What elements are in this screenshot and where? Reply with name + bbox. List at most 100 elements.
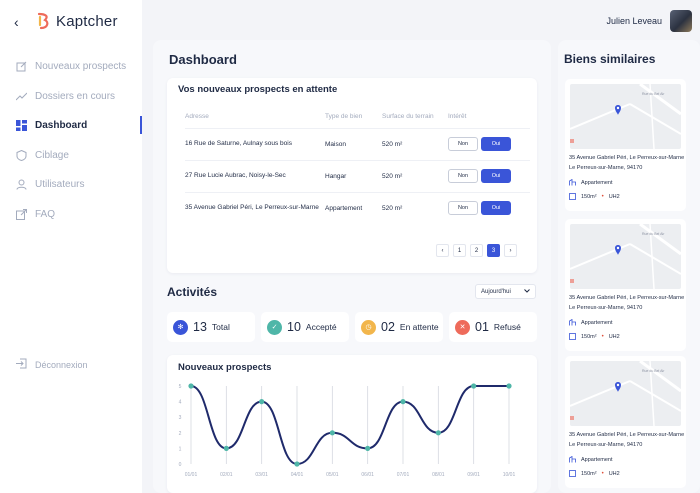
pagination-page-3[interactable]: 3 (487, 244, 500, 257)
external-icon (16, 208, 27, 220)
data-point (329, 430, 335, 436)
property-address: 35 Avenue Gabriel Péri, Le Perreux-sur-M… (569, 295, 685, 311)
cell-interet: Non Oui (448, 159, 530, 192)
area-icon (569, 193, 576, 200)
sidebar: ‹ Kaptcher Nouveaux prospects Dossiers e… (0, 0, 142, 493)
x-tick-label: 05/01 (326, 472, 339, 478)
building-icon (569, 456, 576, 463)
sidebar-item-utilisateurs[interactable]: Utilisateurs (0, 170, 142, 200)
logout-button[interactable]: Déconnexion (16, 358, 88, 371)
data-point (365, 445, 371, 451)
pagination-page-2[interactable]: 2 (470, 244, 483, 257)
oui-button[interactable]: Oui (481, 137, 511, 151)
oui-button[interactable]: Oui (481, 201, 511, 216)
cell-adresse: 27 Rue Lucie Aubrac, Noisy-le-Sec (185, 159, 325, 192)
cell-type: Hangar (325, 159, 382, 192)
app-name: Kaptcher (56, 12, 118, 30)
y-tick-label: 2 (179, 431, 182, 437)
stat-accepte: ✓ 10 Accepté (261, 312, 349, 342)
x-tick-label: 04/01 (291, 472, 304, 478)
logout-icon (16, 358, 27, 371)
sidebar-nav: Nouveaux prospects Dossiers en cours Das… (0, 52, 142, 229)
x-tick-label: 02/01 (220, 472, 233, 478)
period-select[interactable]: Aujourd'hui (475, 284, 536, 299)
cell-adresse: 35 Avenue Gabriel Péri, Le Perreux-sur-M… (185, 191, 325, 224)
non-button[interactable]: Non (448, 201, 478, 216)
property-type: Appartement (581, 319, 613, 326)
activites-title: Activités (167, 285, 218, 299)
x-tick-label: 10/01 (503, 472, 516, 478)
property-meta-row: 150m² • UH2 (569, 333, 620, 340)
shield-icon (16, 149, 27, 161)
stat-count: 10 (287, 320, 301, 334)
non-button[interactable]: Non (448, 137, 478, 151)
cell-interet: Non Oui (448, 191, 530, 224)
map-street-label: Rue du Bel Air (642, 369, 665, 373)
table-row: 16 Rue de Saturne, Aulnay sous bois Mais… (185, 127, 530, 160)
column-header-type: Type de bien (325, 113, 363, 121)
non-button[interactable]: Non (448, 169, 478, 183)
pagination-prev[interactable]: ‹ (436, 244, 449, 257)
kaptcher-logo-icon (37, 12, 49, 30)
chart-card: Nouveaux prospects 01/01 02/01 03/01 04/01 0… (167, 355, 537, 493)
line-chart: 01/01 02/01 03/01 04/01 05/01 06/01 07/01 08/01… (179, 383, 516, 478)
stat-label: En attente (399, 322, 439, 332)
stat-total: ✻ 13 Total (167, 312, 255, 342)
stat-refuse: ✕ 01 Refusé (449, 312, 537, 342)
property-type-row: Appartement (569, 456, 613, 463)
x-tick-label: 03/01 (255, 472, 268, 478)
table-row: 27 Rue Lucie Aubrac, Noisy-le-Sec Hangar… (185, 159, 530, 192)
pagination-next[interactable]: › (504, 244, 517, 257)
prospects-card-title: Vos nouveaux prospects en attente (178, 84, 338, 95)
y-tick-label: 0 (179, 462, 182, 468)
clock-icon: ◷ (361, 319, 376, 335)
logout-label: Déconnexion (35, 359, 88, 370)
stat-label: Refusé (493, 322, 521, 332)
cell-interet: Non Oui (448, 127, 530, 160)
sidebar-item-dossiers-en-cours[interactable]: Dossiers en cours (0, 82, 142, 112)
area-icon (569, 333, 576, 340)
cell-surface: 520 m² (382, 127, 448, 160)
property-meta-row: 150m² • UH2 (569, 470, 620, 477)
sidebar-item-nouveaux-prospects[interactable]: Nouveaux prospects (0, 52, 142, 82)
property-type: Appartement (581, 179, 613, 186)
property-address: 35 Avenue Gabriel Péri, Le Perreux-sur-M… (569, 432, 685, 448)
map-street-label: Rue du Bel Air (642, 92, 665, 96)
stat-en-attente: ◷ 02 En attente (355, 312, 443, 342)
property-card[interactable]: Rue du Bel Air 35 Avenue Gabriel Péri, L… (565, 356, 686, 488)
stat-count: 02 (381, 320, 395, 334)
y-tick-label: 5 (179, 384, 182, 390)
separator-dot-icon: • (601, 470, 604, 477)
x-tick-label: 06/01 (361, 472, 374, 478)
pagination: ‹ 1 2 3 › (436, 244, 517, 257)
property-type-row: Appartement (569, 319, 613, 326)
prospects-card: Vos nouveaux prospects en attente Adress… (167, 78, 537, 273)
user-menu[interactable]: Julien Leveau (606, 10, 692, 32)
sidebar-item-label: Dashboard (35, 120, 88, 132)
pagination-page-1[interactable]: 1 (453, 244, 466, 257)
data-point (294, 461, 300, 467)
y-tick-label: 1 (179, 446, 182, 452)
property-card[interactable]: Rue du Bel Air 35 Avenue Gabriel Péri, L… (565, 79, 686, 211)
sidebar-item-label: Utilisateurs (35, 179, 85, 191)
x-tick-label: 09/01 (467, 472, 480, 478)
back-arrow-icon[interactable]: ‹ (14, 14, 19, 30)
property-map: Rue du Bel Air (570, 84, 681, 149)
property-zone: UH2 (608, 333, 620, 340)
oui-button[interactable]: Oui (481, 169, 511, 183)
property-meta-row: 150m² • UH2 (569, 193, 620, 200)
sidebar-item-label: Nouveaux prospects (35, 61, 127, 73)
stat-count: 01 (475, 320, 489, 334)
prospects-table: Adresse Type de bien Surface du terrain … (185, 106, 530, 224)
sidebar-item-ciblage[interactable]: Ciblage (0, 141, 142, 171)
sidebar-item-faq[interactable]: FAQ (0, 200, 142, 230)
column-header-adresse: Adresse (185, 112, 209, 120)
sidebar-item-dashboard[interactable]: Dashboard (0, 111, 142, 141)
y-tick-label: 3 (179, 415, 182, 421)
avatar[interactable] (670, 10, 692, 32)
table-row: 35 Avenue Gabriel Péri, Le Perreux-sur-M… (185, 191, 530, 224)
data-point (223, 445, 229, 451)
period-select-value: Aujourd'hui (481, 288, 511, 295)
property-type-row: Appartement (569, 179, 613, 186)
property-card[interactable]: Rue du Bel Air 35 Avenue Gabriel Péri, L… (565, 219, 686, 351)
